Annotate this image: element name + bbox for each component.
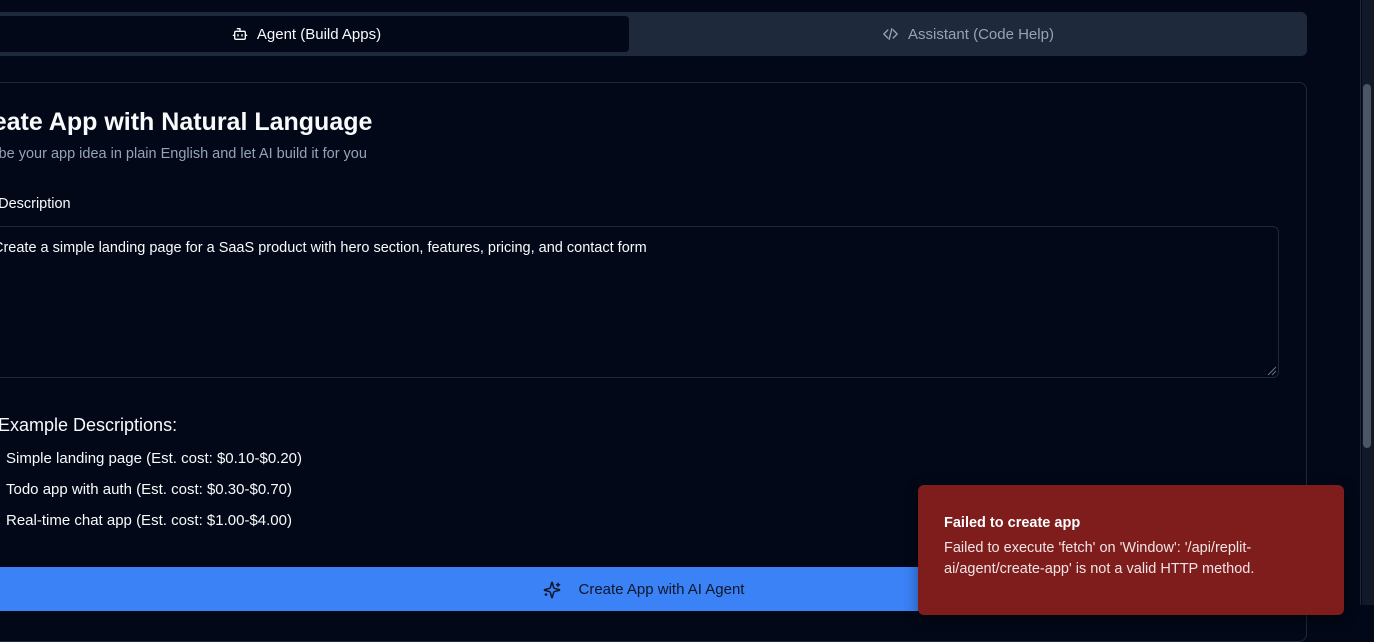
example-item[interactable]: •Todo app with auth (Est. cost: $0.30-$0… — [0, 481, 292, 498]
example-item[interactable]: •Real-time chat app (Est. cost: $1.00-$4… — [0, 512, 292, 529]
examples-heading: Example Descriptions: — [0, 415, 178, 435]
scrollbar-thumb[interactable] — [1363, 84, 1371, 448]
example-text: Real-time chat app (Est. cost: $1.00-$4.… — [6, 512, 292, 529]
tab-agent-label: Agent (Build Apps) — [256, 25, 382, 43]
sparkles-icon — [543, 581, 561, 603]
toast-message: Failed to execute 'fetch' on 'Window': '… — [944, 540, 1255, 577]
error-toast[interactable]: Failed to create app Failed to execute '… — [918, 485, 1344, 615]
toast-title: Failed to create app — [944, 515, 1081, 531]
tab-assistant[interactable]: Assistant (Code Help) — [633, 16, 1303, 52]
example-text: Todo app with auth (Est. cost: $0.30-$0.… — [6, 481, 293, 498]
divider — [1360, 0, 1361, 605]
resize-handle-icon[interactable] — [1266, 365, 1277, 376]
mode-tabs: Agent (Build Apps) Assistant (Code Help) — [0, 12, 1307, 56]
tab-agent[interactable]: Agent (Build Apps) — [0, 16, 629, 52]
app-description-textarea[interactable]: Create a simple landing page for a SaaS … — [0, 226, 1279, 378]
page-title: reate App with Natural Language — [0, 108, 373, 136]
bot-icon — [232, 26, 248, 42]
page-subtitle: scribe your app idea in plain English an… — [0, 146, 367, 162]
example-text: Simple landing page (Est. cost: $0.10-$0… — [6, 450, 303, 467]
code-icon — [882, 26, 899, 42]
app-description-label: o Description — [0, 196, 71, 212]
tab-assistant-label: Assistant (Code Help) — [908, 25, 1054, 43]
example-item[interactable]: •Simple landing page (Est. cost: $0.10-$… — [0, 450, 302, 467]
create-app-button-label: Create App with AI Agent — [578, 581, 745, 598]
